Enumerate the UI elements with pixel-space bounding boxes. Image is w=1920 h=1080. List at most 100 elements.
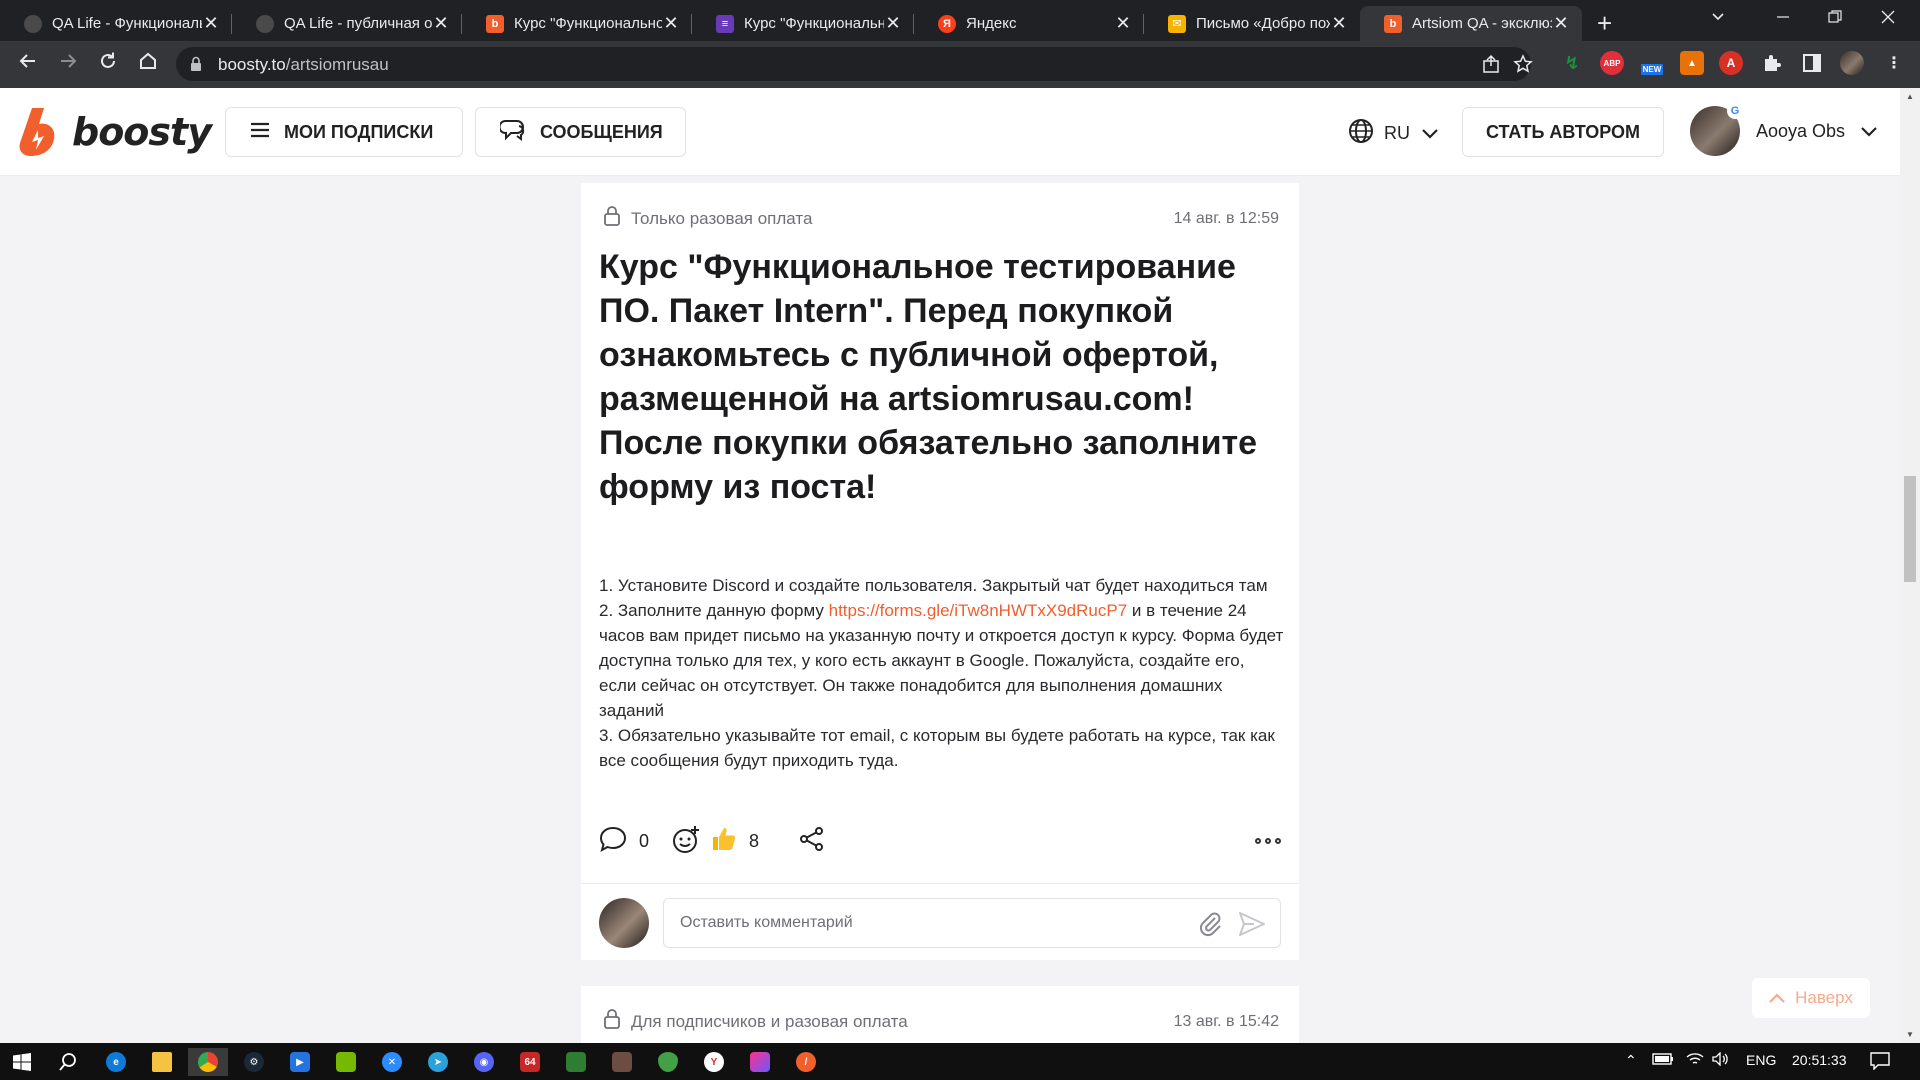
telegram-icon[interactable]: ➤ — [424, 1048, 452, 1076]
address-bar[interactable]: boosty.to/artsiomrusau — [176, 47, 1533, 81]
google-form-link[interactable]: https://forms.gle/iTw8nHWTxX9dRucP7 — [829, 601, 1128, 620]
profile-avatar-icon[interactable] — [1840, 51, 1864, 75]
close-window-icon[interactable] — [1880, 9, 1896, 30]
zoom-icon[interactable]: ✕ — [378, 1048, 406, 1076]
messages-button[interactable]: СООБЩЕНИЯ — [475, 107, 686, 157]
become-author-button[interactable]: СТАТЬ АВТОРОМ — [1462, 107, 1664, 157]
jetbrains-icon[interactable] — [746, 1048, 774, 1076]
notifications-icon[interactable] — [1870, 1052, 1890, 1073]
browser-tab-2[interactable]: QA Life - публичная оферта ✕ — [232, 6, 462, 41]
send-icon[interactable] — [1238, 911, 1266, 942]
qa-life-favicon-icon — [256, 14, 274, 33]
post-step-1: 1. Установите Discord и создайте пользов… — [599, 576, 1268, 595]
browser-tab-1[interactable]: QA Life - Функциональное тестирование ✕ — [0, 6, 232, 41]
wifi-icon[interactable] — [1686, 1052, 1704, 1069]
language-selector[interactable]: RU — [1348, 118, 1438, 149]
search-icon[interactable] — [54, 1048, 82, 1076]
close-tab-icon[interactable]: ✕ — [202, 13, 220, 34]
side-panel-icon[interactable] — [1800, 51, 1824, 75]
google-forms-favicon-icon: ≡ — [716, 14, 734, 33]
share-icon[interactable] — [1481, 54, 1501, 79]
comments-button[interactable]: 0 — [599, 826, 649, 857]
input-language-label[interactable]: ENG — [1746, 1052, 1776, 1068]
tray-chevron-up-icon[interactable]: ⌃ — [1625, 1052, 1637, 1069]
google-badge-icon: G — [1727, 103, 1743, 119]
clock-time[interactable]: 20:51:33 — [1792, 1052, 1847, 1068]
browser-toolbar: boosty.to/artsiomrusau ↯ ABP NEW ▲ A ⋮ — [0, 41, 1920, 88]
boosty-logo-icon — [19, 108, 55, 156]
minimize-icon[interactable] — [1776, 10, 1790, 29]
restore-icon[interactable] — [1828, 10, 1842, 29]
scroll-to-top-button[interactable]: Наверх — [1752, 978, 1870, 1018]
edge-browser-icon[interactable]: e — [102, 1048, 130, 1076]
boosty-logo[interactable]: boosty — [18, 106, 212, 158]
discord-icon[interactable]: ◉ — [470, 1048, 498, 1076]
close-tab-icon[interactable]: ✕ — [1330, 13, 1348, 34]
user-menu[interactable]: G Aooya Obs — [1690, 103, 1877, 156]
yandex-browser-icon[interactable]: Y — [700, 1048, 728, 1076]
scroll-up-arrow-icon[interactable]: ▲ — [1906, 92, 1914, 101]
orange-extension-icon[interactable]: ▲ — [1680, 51, 1704, 75]
like-reaction[interactable]: 8 — [711, 826, 759, 857]
post-actions: 0 8 — [599, 823, 1281, 859]
file-explorer-icon[interactable] — [148, 1048, 176, 1076]
globe-icon — [1348, 118, 1374, 149]
windows-start-icon[interactable] — [8, 1048, 36, 1076]
archive-app-icon[interactable] — [608, 1048, 636, 1076]
close-tab-icon[interactable]: ✕ — [432, 13, 450, 34]
paperclip-icon[interactable] — [1198, 911, 1224, 942]
media-player-icon[interactable]: ▶ — [286, 1048, 314, 1076]
forward-arrow-icon[interactable] — [54, 51, 82, 79]
chrome-menu-icon[interactable]: ⋮ — [1882, 51, 1906, 75]
back-arrow-icon[interactable] — [14, 51, 42, 79]
bookmark-star-icon[interactable] — [1513, 54, 1533, 79]
scroll-down-arrow-icon[interactable]: ▼ — [1906, 1030, 1914, 1039]
browser-tab-active[interactable]: b Artsiom QA - эксклюзивный контент ✕ — [1360, 6, 1582, 41]
shield-vpn-icon[interactable] — [654, 1048, 682, 1076]
lock-icon[interactable] — [190, 56, 202, 77]
url-text[interactable]: boosty.to/artsiomrusau — [218, 55, 389, 75]
close-tab-icon[interactable]: ✕ — [1114, 13, 1132, 34]
comment-input[interactable]: Оставить комментарий — [663, 898, 1281, 948]
post-date[interactable]: 13 авг. в 15:42 — [1174, 1013, 1279, 1031]
tab-title: QA Life - публичная оферта — [284, 15, 432, 32]
add-reaction-button[interactable] — [671, 824, 701, 859]
extensions-puzzle-icon[interactable] — [1760, 51, 1784, 75]
boosty-favicon-icon: b — [1384, 14, 1402, 33]
battery-icon[interactable] — [1652, 1052, 1674, 1069]
post-access-label: Для подписчиков и разовая оплата — [631, 1011, 908, 1031]
aida64-icon[interactable]: 64 — [516, 1048, 544, 1076]
my-subscriptions-button[interactable]: МОИ ПОДПИСКИ — [225, 107, 463, 157]
page-scrollbar[interactable]: ▲ ▼ — [1900, 88, 1920, 1043]
new-extension-icon[interactable]: NEW — [1640, 51, 1664, 75]
scrollbar-thumb[interactable] — [1904, 476, 1916, 582]
chrome-taskbar-icon[interactable] — [188, 1048, 228, 1076]
avatar — [599, 898, 649, 948]
volume-icon[interactable] — [1712, 1051, 1730, 1069]
nvidia-icon[interactable] — [332, 1048, 360, 1076]
browser-tab-6[interactable]: ✉ Письмо «Добро пожаловать» ✕ — [1144, 6, 1360, 41]
close-tab-icon[interactable]: ✕ — [884, 13, 902, 34]
browser-tab-4[interactable]: ≡ Курс "Функциональное тестирование" ✕ — [692, 6, 914, 41]
boosty-app-icon[interactable]: / — [792, 1048, 820, 1076]
red-a-extension-icon[interactable]: A — [1719, 51, 1743, 75]
browser-tab-3[interactable]: b Курс "Функциональное тестирование" ✕ — [462, 6, 692, 41]
steam-icon[interactable]: ⚙ — [240, 1048, 268, 1076]
browser-tab-5[interactable]: Я Яндекс ✕ — [914, 6, 1144, 41]
reload-icon[interactable] — [94, 51, 122, 79]
share-button[interactable] — [799, 826, 825, 857]
hwmonitor-icon[interactable] — [562, 1048, 590, 1076]
more-options-icon[interactable] — [1255, 838, 1281, 844]
adblock-plus-icon[interactable]: ABP — [1600, 51, 1624, 75]
tab-search-chevron-icon[interactable] — [1710, 8, 1726, 29]
home-icon[interactable] — [134, 51, 162, 79]
comment-bubble-icon — [599, 826, 627, 857]
post-date[interactable]: 14 авг. в 12:59 — [1174, 210, 1279, 228]
become-author-label: СТАТЬ АВТОРОМ — [1485, 121, 1641, 142]
green-extension-icon[interactable]: ↯ — [1560, 51, 1584, 75]
new-tab-plus-icon[interactable]: + — [1597, 8, 1612, 39]
chevron-down-icon — [1861, 121, 1877, 142]
post-card: Для подписчиков и разовая оплата 13 авг.… — [581, 986, 1299, 1046]
close-tab-icon[interactable]: ✕ — [662, 13, 680, 34]
close-tab-icon[interactable]: ✕ — [1552, 13, 1570, 34]
